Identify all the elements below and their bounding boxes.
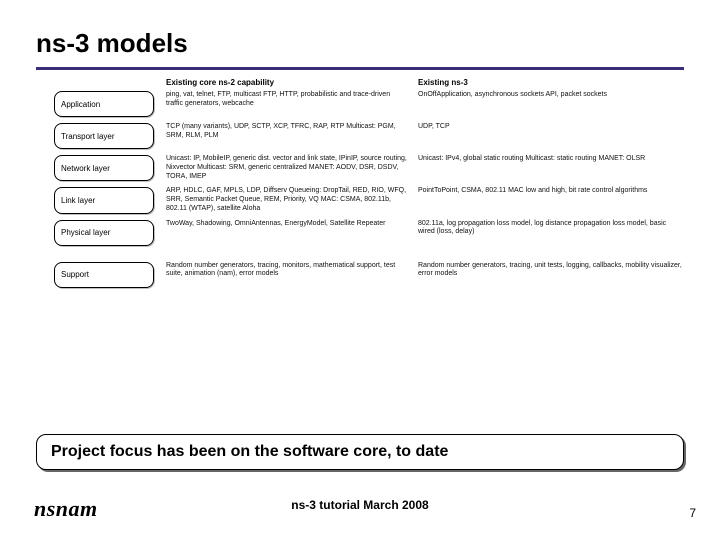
header-ns3: Existing ns-3 bbox=[418, 78, 684, 87]
cell-ns3: PointToPoint, CSMA, 802.11 MAC low and h… bbox=[418, 187, 684, 213]
cell-ns3: OnOffApplication, asynchronous sockets A… bbox=[418, 91, 684, 117]
cell-ns3: 802.11a, log propagation loss model, log… bbox=[418, 220, 684, 246]
cell-ns2: Random number generators, tracing, monit… bbox=[166, 262, 418, 288]
callout-box: Project focus has been on the software c… bbox=[36, 434, 684, 470]
page-number: 7 bbox=[689, 506, 696, 520]
row-label-physical: Physical layer bbox=[54, 220, 154, 246]
table-row: Application ping, vat, telnet, FTP, mult… bbox=[54, 91, 684, 117]
header-spacer bbox=[54, 78, 166, 87]
title-rule bbox=[36, 67, 684, 70]
row-label-link: Link layer bbox=[54, 187, 154, 213]
header-ns2: Existing core ns-2 capability bbox=[166, 78, 418, 87]
footer-center: ns-3 tutorial March 2008 bbox=[0, 498, 720, 512]
table-row: Transport layer TCP (many variants), UDP… bbox=[54, 123, 684, 149]
cell-ns2: ARP, HDLC, GAF, MPLS, LDP, Diffserv Queu… bbox=[166, 187, 418, 213]
table-row: Support Random number generators, tracin… bbox=[54, 262, 684, 288]
table-row: Link layer ARP, HDLC, GAF, MPLS, LDP, Di… bbox=[54, 187, 684, 213]
footer: nsnam ns-3 tutorial March 2008 7 bbox=[0, 498, 720, 522]
row-label-transport: Transport layer bbox=[54, 123, 154, 149]
table-row: Network layer Unicast: IP, MobileIP, gen… bbox=[54, 155, 684, 181]
support-separator bbox=[54, 252, 684, 262]
cell-ns2: TwoWay, Shadowing, OmniAntennas, EnergyM… bbox=[166, 220, 418, 246]
slide: ns-3 models Existing core ns-2 capabilit… bbox=[0, 0, 720, 540]
cell-ns2: Unicast: IP, MobileIP, generic dist. vec… bbox=[166, 155, 418, 181]
cell-ns2: ping, vat, telnet, FTP, multicast FTP, H… bbox=[166, 91, 418, 117]
cell-ns2: TCP (many variants), UDP, SCTP, XCP, TFR… bbox=[166, 123, 418, 149]
row-label-support: Support bbox=[54, 262, 154, 288]
row-label-network: Network layer bbox=[54, 155, 154, 181]
table-header-row: Existing core ns-2 capability Existing n… bbox=[54, 78, 684, 87]
cell-ns3: Random number generators, tracing, unit … bbox=[418, 262, 684, 288]
row-label-application: Application bbox=[54, 91, 154, 117]
models-table: Existing core ns-2 capability Existing n… bbox=[36, 78, 684, 288]
cell-ns3: UDP, TCP bbox=[418, 123, 684, 149]
table-row: Physical layer TwoWay, Shadowing, OmniAn… bbox=[54, 220, 684, 246]
slide-title: ns-3 models bbox=[36, 28, 684, 59]
cell-ns3: Unicast: IPv4, global static routing Mul… bbox=[418, 155, 684, 181]
